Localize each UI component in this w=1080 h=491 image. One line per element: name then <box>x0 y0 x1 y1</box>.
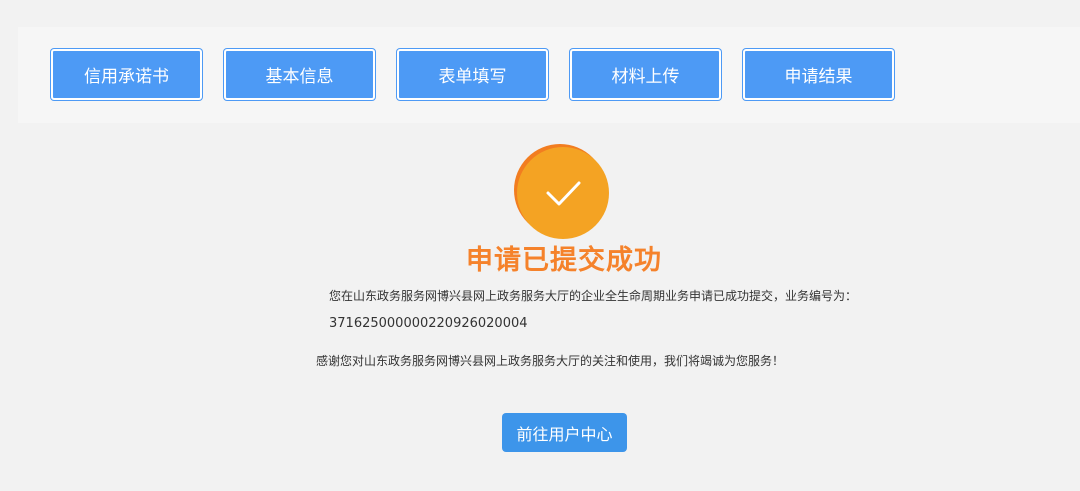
thanks-message: 感谢您对山东政务服务网博兴县网上政务服务大厅的关注和使用，我们将竭诚为您服务！ <box>316 354 785 368</box>
go-user-center-button[interactable]: 前往用户中心 <box>502 413 627 452</box>
step-apply-result[interactable]: 申请结果 <box>743 49 894 100</box>
submission-message: 您在山东政务服务网博兴县网上政务服务大厅的企业全生命周期业务申请已成功提交，业务… <box>329 289 858 303</box>
business-number: 371625000000220926020004 <box>329 316 528 331</box>
success-badge <box>517 147 609 239</box>
step-basic-info[interactable]: 基本信息 <box>224 49 375 100</box>
check-icon <box>546 181 581 206</box>
success-title: 申请已提交成功 <box>466 245 662 276</box>
step-form-fill[interactable]: 表单填写 <box>397 49 548 100</box>
step-navigation-bar: 信用承诺书 基本信息 表单填写 材料上传 申请结果 <box>18 27 1080 123</box>
step-material-upload[interactable]: 材料上传 <box>570 49 721 100</box>
step-credit-commitment[interactable]: 信用承诺书 <box>51 49 202 100</box>
